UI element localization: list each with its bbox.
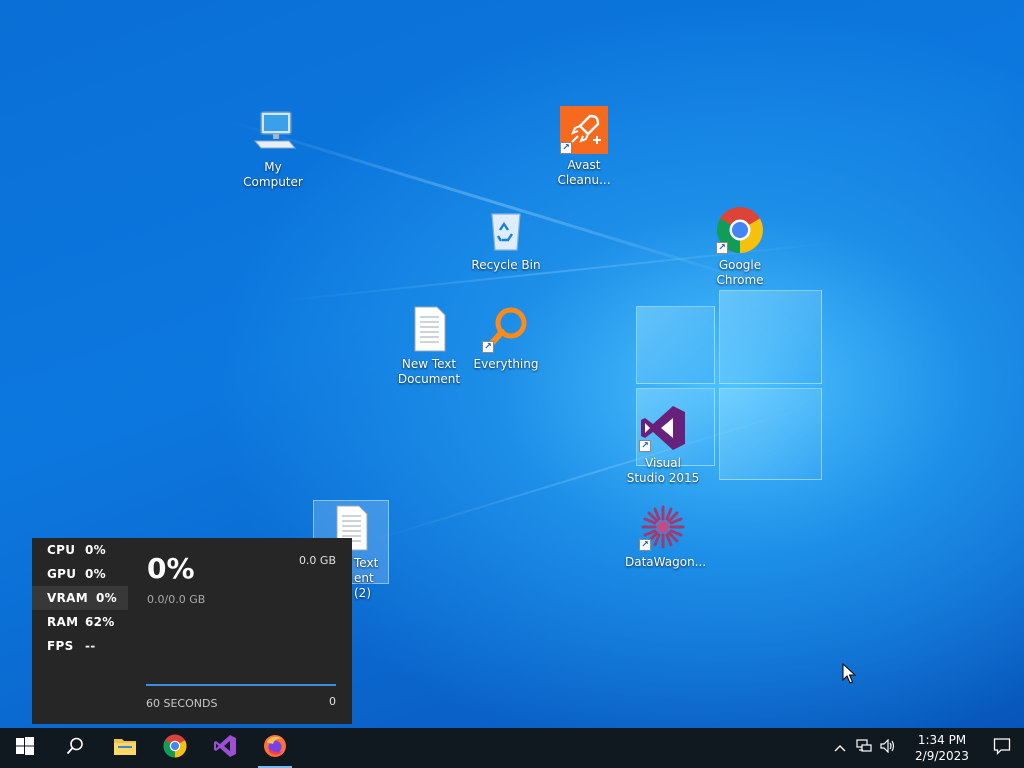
icon-label: My Computer xyxy=(243,160,303,189)
perf-graph-line xyxy=(146,684,336,686)
everything-search-icon: ↗ xyxy=(482,305,530,353)
perf-metric-ram[interactable]: RAM 62% xyxy=(32,610,128,634)
icon-label: Everything xyxy=(473,357,539,371)
icon-label: New Text Document xyxy=(397,357,461,386)
perf-metric-gpu[interactable]: GPU 0% xyxy=(32,562,128,586)
icon-label: Visual Studio 2015 xyxy=(626,456,700,485)
volume-icon xyxy=(880,738,896,757)
avast-rocket-icon: ↗ xyxy=(560,106,608,154)
perf-graph-min: 0 xyxy=(329,695,336,708)
perf-metric-cpu[interactable]: CPU 0% xyxy=(32,538,128,562)
perf-metric-fps[interactable]: FPS -- xyxy=(32,634,128,658)
desktop-icon-google-chrome[interactable]: ↗ Google Chrome xyxy=(702,206,778,288)
mouse-cursor-icon xyxy=(842,662,857,689)
visual-studio-icon xyxy=(213,734,237,762)
taskbar-firefox[interactable] xyxy=(250,728,300,768)
icon-label: Recycle Bin xyxy=(471,258,541,272)
clock-date: 2/9/2023 xyxy=(915,749,969,763)
chrome-icon xyxy=(163,734,187,762)
desktop-icon-avast-cleanup[interactable]: ↗ Avast Cleanu... xyxy=(546,106,622,188)
taskbar-clock[interactable]: 1:34 PM 2/9/2023 xyxy=(904,732,980,764)
firefox-icon xyxy=(263,734,287,762)
perf-current-value: 0% xyxy=(147,552,195,585)
desktop-icon-everything[interactable]: ↗ Everything xyxy=(468,305,544,372)
network-icon xyxy=(856,739,872,757)
desktop-icon-datawagon[interactable]: ↗ DataWagon... xyxy=(625,503,707,570)
shortcut-arrow-icon: ↗ xyxy=(482,341,494,353)
taskbar-chrome[interactable] xyxy=(150,728,200,768)
search-icon xyxy=(66,737,84,759)
start-icon xyxy=(16,737,34,759)
perf-graph-max: 0.0 GB xyxy=(298,554,336,567)
system-tray: 1:34 PM 2/9/2023 xyxy=(828,728,1024,768)
icon-label: Google Chrome xyxy=(716,258,764,287)
file-explorer-icon xyxy=(113,736,137,760)
wallpaper-beam xyxy=(369,399,830,542)
shortcut-arrow-icon: ↗ xyxy=(560,142,572,154)
perf-time-window: 60 SECONDS xyxy=(146,697,218,710)
action-center-button[interactable] xyxy=(980,728,1024,768)
computer-icon xyxy=(249,108,297,156)
desktop-icon-visual-studio-2015[interactable]: ↗ Visual Studio 2015 xyxy=(625,404,701,486)
search-button[interactable] xyxy=(50,728,100,768)
taskbar: 1:34 PM 2/9/2023 xyxy=(0,728,1024,768)
performance-overlay: CPU 0% GPU 0% VRAM 0% RAM 62% FPS -- 0% … xyxy=(32,538,352,724)
text-document-icon xyxy=(405,305,453,353)
desktop-icon-recycle-bin[interactable]: Recycle Bin xyxy=(468,206,544,273)
network-button[interactable] xyxy=(852,728,876,768)
shortcut-arrow-icon: ↗ xyxy=(639,440,651,452)
perf-metric-list: CPU 0% GPU 0% VRAM 0% RAM 62% FPS -- xyxy=(32,538,128,658)
taskbar-visual-studio[interactable] xyxy=(200,728,250,768)
show-hidden-icons-button[interactable] xyxy=(828,728,852,768)
datawagon-icon: ↗ xyxy=(639,503,687,551)
desktop-icon-new-text-document[interactable]: New Text Document xyxy=(391,305,467,387)
volume-button[interactable] xyxy=(876,728,900,768)
icon-label: DataWagon... xyxy=(625,555,707,569)
taskbar-file-explorer[interactable] xyxy=(100,728,150,768)
start-button[interactable] xyxy=(0,728,50,768)
visual-studio-icon: ↗ xyxy=(639,404,687,452)
shortcut-arrow-icon: ↗ xyxy=(639,539,651,551)
perf-metric-vram[interactable]: VRAM 0% xyxy=(32,586,128,610)
chevron-up-icon xyxy=(834,741,846,756)
shortcut-arrow-icon: ↗ xyxy=(716,242,728,254)
clock-time: 1:34 PM xyxy=(917,733,967,747)
icon-label: Avast Cleanu... xyxy=(557,158,611,187)
chrome-icon: ↗ xyxy=(716,206,764,254)
notification-icon xyxy=(993,737,1011,759)
recycle-bin-icon xyxy=(482,206,530,254)
perf-usage-detail: 0.0/0.0 GB xyxy=(147,593,206,606)
desktop-icon-my-computer[interactable]: My Computer xyxy=(235,108,311,190)
